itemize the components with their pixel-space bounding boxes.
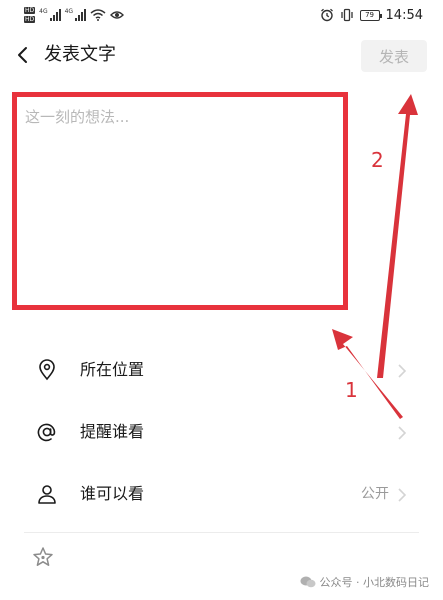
battery-level: 79 [365, 10, 374, 19]
user-icon [38, 485, 56, 504]
mention-label: 提醒谁看 [80, 422, 145, 441]
mention-option[interactable]: 提醒谁看 [0, 410, 443, 454]
signal-icon: 4G [64, 8, 87, 21]
watermark: 公众号 · 小北数码日记 [300, 574, 430, 590]
network-type-label: 4G [39, 8, 48, 15]
alarm-icon [320, 8, 333, 22]
star-icon[interactable] [32, 546, 54, 568]
arrow-2 [377, 94, 418, 378]
location-option[interactable]: 所在位置 [0, 348, 443, 392]
visibility-label: 谁可以看 [80, 484, 145, 503]
battery-icon: 79 [359, 9, 382, 21]
status-bar: HD HD 4G 4G 79 14:54 [0, 0, 443, 30]
location-label: 所在位置 [80, 360, 145, 379]
page-title: 发表文字 [44, 44, 116, 65]
hd-indicators: HD HD [24, 7, 36, 23]
wechat-logo-icon [300, 576, 315, 588]
annotation-label-1: 1 [345, 378, 358, 402]
post-button[interactable]: 发表 [361, 40, 427, 72]
divider [24, 532, 419, 533]
visibility-option[interactable]: 谁可以看 公开 [0, 472, 443, 516]
hd-badge: HD [24, 7, 36, 14]
watermark-text: 公众号 · 小北数码日记 [319, 576, 430, 589]
status-time: 14:54 [385, 7, 423, 23]
network-type-label: 4G [64, 8, 74, 15]
top-bar: 发表文字 发表 [0, 36, 443, 76]
at-sign-icon [37, 423, 56, 442]
status-right: 79 14:54 [320, 5, 423, 25]
visibility-value: 公开 [361, 486, 389, 502]
hd-badge: HD [24, 16, 36, 23]
post-text-input[interactable] [12, 92, 348, 310]
eye-icon [110, 11, 125, 19]
status-left: HD HD 4G 4G [24, 6, 125, 24]
signal-icon: 4G [39, 8, 61, 21]
location-pin-icon [39, 359, 55, 381]
chevron-right-icon [398, 488, 407, 502]
chevron-right-icon [398, 426, 407, 440]
chevron-right-icon [398, 364, 407, 378]
annotation-label-2: 2 [371, 148, 384, 172]
vibrate-icon [340, 8, 353, 22]
back-arrow-icon[interactable] [10, 40, 38, 70]
wifi-icon [90, 9, 106, 21]
